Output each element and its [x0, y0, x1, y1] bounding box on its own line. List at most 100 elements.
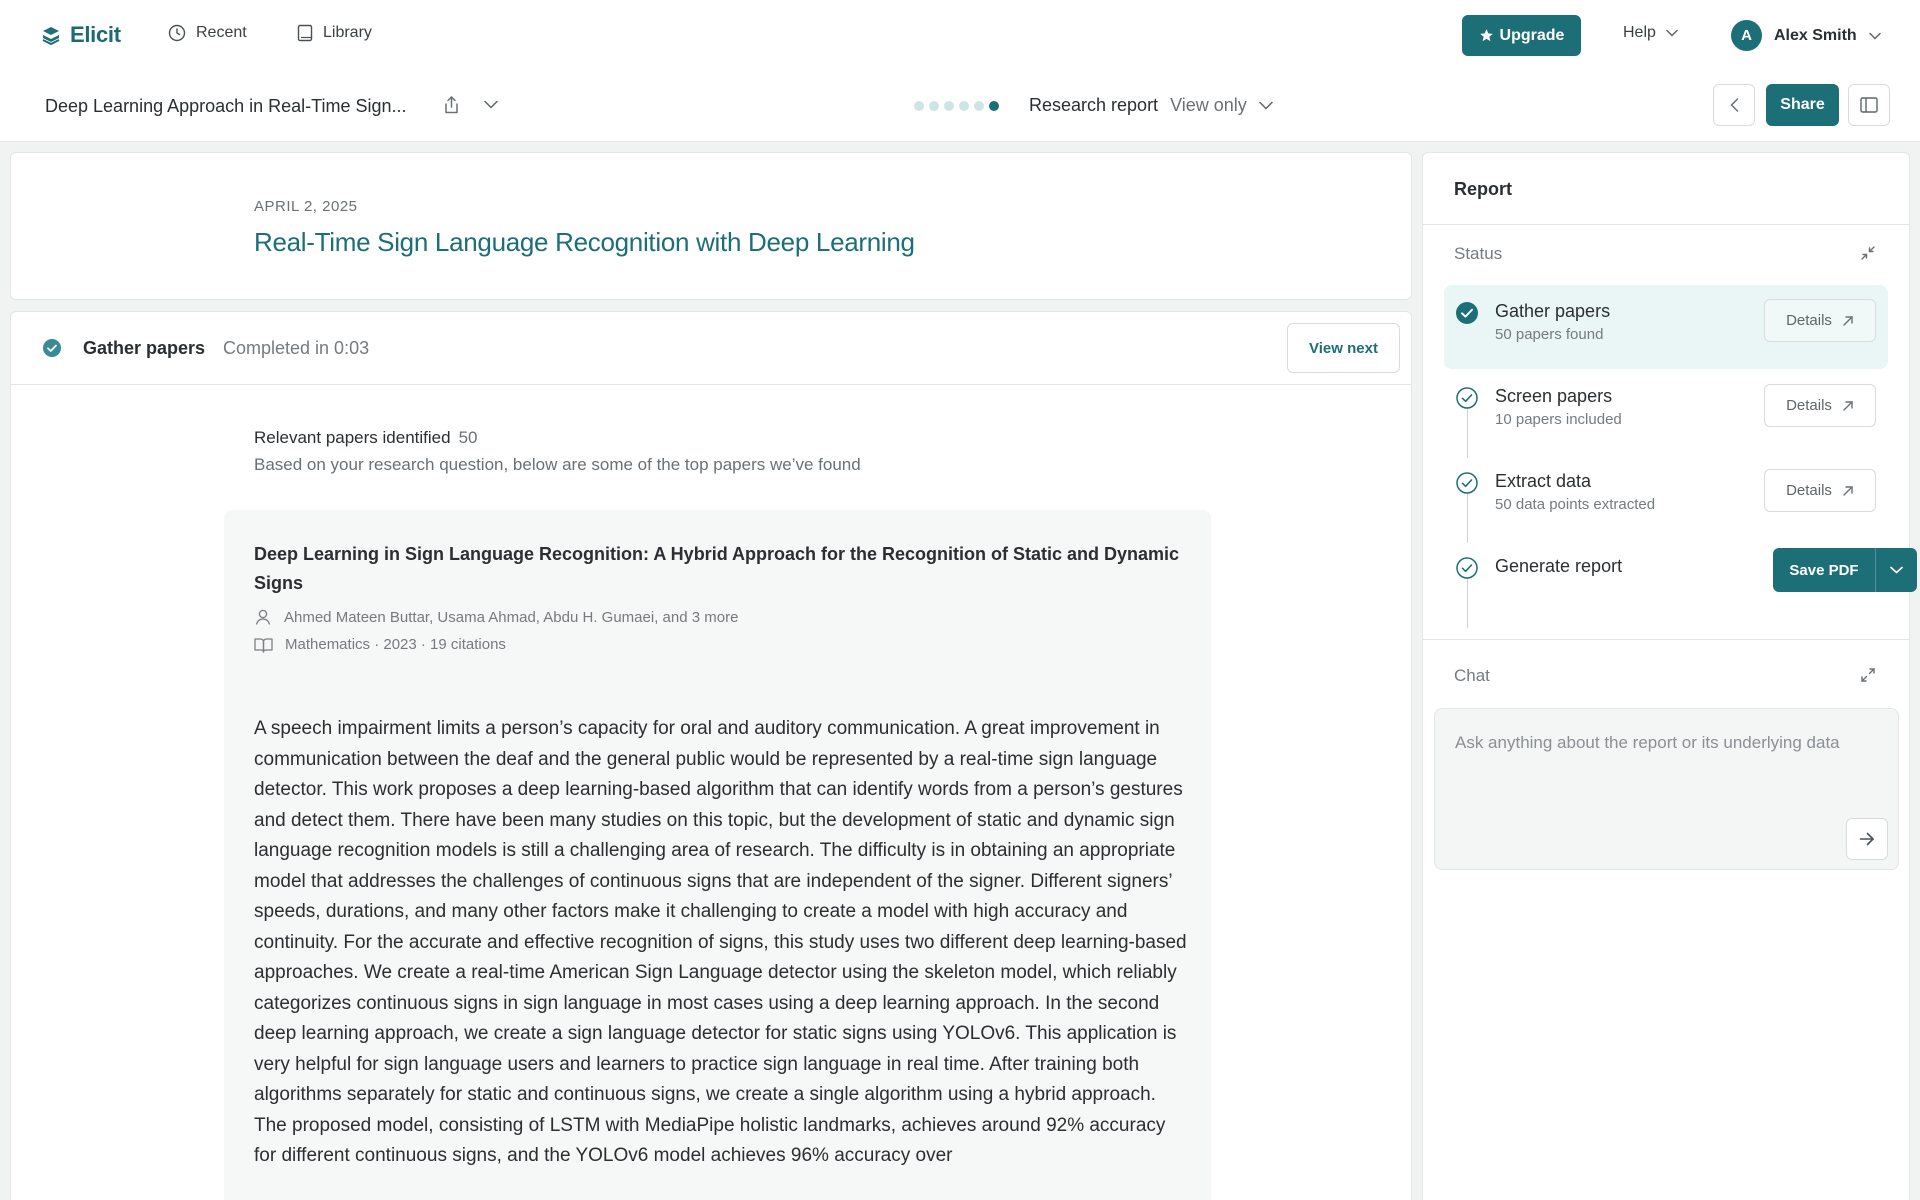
avatar: A: [1731, 20, 1762, 51]
details-button[interactable]: Details: [1764, 469, 1876, 512]
sidebar-title: Report: [1454, 179, 1512, 199]
report-title: Real-Time Sign Language Recognition with…: [254, 227, 915, 257]
task-name: Generate report: [1495, 556, 1623, 576]
step-time: Completed in 0:03: [223, 338, 370, 358]
save-pdf-options-button[interactable]: [1876, 548, 1917, 592]
task-subtitle: 10 papers included: [1495, 411, 1622, 428]
paper-meta-row: Mathematics · 2023 · 19 citations: [254, 636, 506, 653]
save-pdf-split-button[interactable]: Save PDF: [1773, 548, 1917, 592]
collapse-icon[interactable]: [1860, 245, 1876, 261]
progress-dot: [974, 101, 984, 111]
arrow-right-icon: [1859, 832, 1875, 846]
divider: [1423, 639, 1909, 640]
details-button[interactable]: Details: [1764, 299, 1876, 342]
chevron-down-icon[interactable]: [484, 100, 498, 109]
paper-abstract: A speech impairment limits a person’s ca…: [254, 718, 1187, 1166]
progress-dot: [929, 101, 939, 111]
report-mode-label: Research report: [1029, 95, 1159, 115]
arrow-up-right-icon: [1842, 485, 1854, 497]
task-generate-report[interactable]: Generate report Save PDF: [1444, 540, 1917, 624]
report-date: APRIL 2, 2025: [254, 198, 358, 215]
document-title[interactable]: Deep Learning Approach in Real-Time Sign…: [45, 96, 407, 117]
arrow-up-right-icon: [1842, 400, 1854, 412]
task-subtitle: 50 papers found: [1495, 326, 1604, 343]
nav-library-label: Library: [323, 24, 372, 41]
details-label: Details: [1786, 482, 1832, 499]
relevant-papers-heading: Relevant papers identified 50: [254, 428, 478, 448]
chat-label: Chat: [1454, 666, 1490, 685]
chevron-down-icon: [1890, 566, 1903, 574]
paper-authors-row: Ahmed Mateen Buttar, Usama Ahmad, Abdu H…: [254, 608, 738, 626]
send-button[interactable]: [1846, 818, 1888, 860]
progress-dot: [959, 101, 969, 111]
elicit-logo[interactable]: Elicit: [40, 22, 121, 48]
chevron-left-icon: [1729, 98, 1739, 112]
step-name: Gather papers: [83, 338, 206, 358]
elicit-logo-icon: [40, 24, 62, 46]
export-icon[interactable]: [442, 95, 461, 115]
document-toolbar: Deep Learning Approach in Real-Time Sign…: [0, 72, 1920, 142]
check-circle-icon: [43, 339, 61, 357]
book-icon: [297, 24, 313, 42]
upgrade-button[interactable]: Upgrade: [1462, 15, 1581, 56]
chevron-down-icon: [1259, 101, 1273, 110]
details-button[interactable]: Details: [1764, 384, 1876, 427]
report-sidebar: Report Status Gather papers 50 papers fo…: [1422, 152, 1917, 1200]
details-label: Details: [1786, 312, 1832, 329]
relevant-papers-subtitle: Based on your research question, below a…: [254, 455, 861, 474]
progress-dot: [914, 101, 924, 111]
user-icon: [254, 608, 272, 626]
permission-label: View only: [1170, 95, 1247, 115]
progress-dots: [914, 101, 999, 111]
star-icon: [1479, 28, 1494, 43]
chat-input-box[interactable]: Ask anything about the report or its und…: [1434, 708, 1899, 870]
expand-icon[interactable]: [1860, 667, 1876, 683]
task-name: Gather papers: [1495, 301, 1611, 321]
check-circle-outline-icon: [1456, 472, 1478, 494]
nav-recent-label: Recent: [196, 24, 247, 41]
chat-input[interactable]: Ask anything about the report or its und…: [1455, 729, 1855, 756]
task-extract-data[interactable]: Extract data 50 data points extracted De…: [1444, 455, 1888, 539]
upgrade-label: Upgrade: [1499, 26, 1565, 44]
paper-meta: Mathematics · 2023 · 19 citations: [285, 636, 506, 653]
status-label: Status: [1454, 244, 1503, 263]
share-button[interactable]: Share: [1766, 84, 1839, 126]
check-circle-outline-icon: [1456, 557, 1478, 579]
clock-icon: [168, 24, 186, 42]
relevant-papers-label: Relevant papers identified: [254, 428, 451, 447]
task-screen-papers[interactable]: Screen papers 10 papers included Details: [1444, 370, 1888, 454]
help-label: Help: [1623, 24, 1656, 41]
nav-recent[interactable]: Recent: [168, 24, 247, 42]
check-circle-icon: [1456, 302, 1478, 324]
chevron-down-icon: [1666, 29, 1678, 37]
step-content: Gather papers Completed in 0:03 View nex…: [10, 311, 1412, 1200]
sidebar-panel-icon: [1860, 97, 1878, 113]
paper-authors: Ahmed Mateen Buttar, Usama Ahmad, Abdu H…: [284, 608, 739, 626]
help-menu[interactable]: Help: [1623, 24, 1678, 42]
app-name: Elicit: [70, 22, 121, 47]
progress-dot: [989, 101, 999, 111]
relevant-papers-count: 50: [458, 428, 478, 447]
view-next-button[interactable]: View next: [1287, 323, 1400, 373]
toggle-sidebar-button[interactable]: [1848, 84, 1890, 126]
progress-dot: [944, 101, 954, 111]
report-header: APRIL 2, 2025 Real-Time Sign Language Re…: [10, 152, 1412, 300]
nav-library[interactable]: Library: [297, 24, 372, 42]
task-name: Extract data: [1495, 471, 1592, 491]
user-name: Alex Smith: [1774, 26, 1857, 44]
arrow-up-right-icon: [1842, 315, 1854, 327]
save-pdf-button[interactable]: Save PDF: [1773, 548, 1876, 592]
check-circle-outline-icon: [1456, 387, 1478, 409]
report-mode-selector[interactable]: Research report View only: [1029, 95, 1273, 116]
back-button[interactable]: [1713, 84, 1755, 126]
task-subtitle: 50 data points extracted: [1495, 496, 1656, 513]
task-gather-papers[interactable]: Gather papers 50 papers found Details: [1444, 285, 1888, 369]
user-menu[interactable]: A Alex Smith: [1731, 20, 1881, 51]
top-bar: Elicit Recent Library Upgrade Help A Ale…: [0, 0, 1920, 72]
task-name: Screen papers: [1495, 386, 1613, 406]
step-header: Gather papers Completed in 0:03 View nex…: [11, 312, 1411, 385]
details-label: Details: [1786, 397, 1832, 414]
paper-card[interactable]: Deep Learning in Sign Language Recogniti…: [224, 510, 1211, 1200]
sidebar-header: Report: [1423, 153, 1909, 225]
paper-title[interactable]: Deep Learning in Sign Language Recogniti…: [254, 540, 1184, 598]
